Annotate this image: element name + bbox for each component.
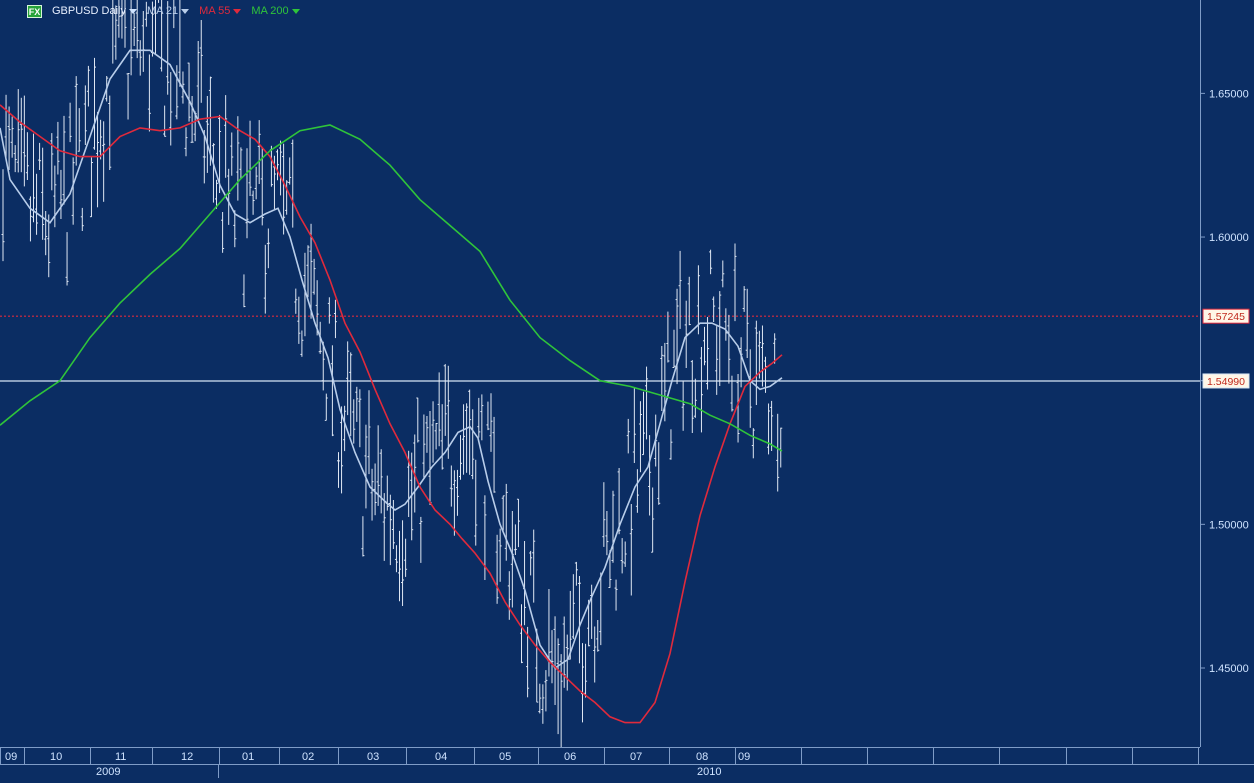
chart-legend: FX GBPUSD Daily MA 21 MA 55 MA 200	[27, 3, 300, 19]
plot-background	[0, 0, 1254, 778]
price-chart[interactable]: 1.450001.500001.550001.600001.650001.572…	[0, 0, 1254, 778]
x-month-label: 03	[367, 751, 379, 763]
price-tag-label-1: 1.57245	[1207, 311, 1245, 323]
legend-label-ma55: MA 55	[199, 5, 231, 17]
chevron-down-icon	[128, 8, 137, 14]
legend-item-ma21[interactable]: MA 21	[146, 5, 190, 17]
x-month-label: 12	[181, 751, 193, 763]
y-tick-label: 1.45000	[1209, 663, 1249, 675]
y-tick-label: 1.60000	[1209, 232, 1249, 244]
chart-root: FX GBPUSD Daily MA 21 MA 55 MA 200 1.450…	[0, 0, 1254, 778]
x-month-label: 11	[115, 751, 126, 763]
x-month-label: 09	[5, 751, 17, 763]
chevron-down-icon	[181, 8, 190, 14]
legend-item-ma200[interactable]: MA 200	[251, 5, 300, 17]
x-month-label: 01	[242, 751, 254, 763]
x-month-label: 02	[302, 751, 314, 763]
price-tag-label-2: 1.54990	[1207, 376, 1245, 388]
instrument-label: GBPUSD Daily	[52, 5, 126, 17]
legend-item-ma55[interactable]: MA 55	[199, 5, 242, 17]
chevron-down-icon	[291, 8, 300, 14]
x-month-label: 08	[696, 751, 708, 763]
fx-badge: FX	[27, 4, 42, 18]
y-tick-label: 1.50000	[1209, 519, 1249, 531]
y-axis: 1.450001.500001.550001.600001.650001.572…	[1200, 0, 1254, 747]
x-month-label: 07	[630, 751, 642, 763]
x-month-label: 10	[50, 751, 62, 763]
legend-label-ma21: MA 21	[146, 5, 179, 17]
x-year-label: 2010	[697, 766, 721, 778]
chevron-down-icon	[233, 8, 242, 14]
x-month-label: 04	[435, 751, 447, 763]
y-tick-label: 1.65000	[1209, 88, 1249, 100]
x-year-label: 2009	[96, 766, 120, 778]
x-month-label: 05	[499, 751, 511, 763]
legend-label-ma200: MA 200	[251, 5, 289, 17]
x-month-label: 09	[738, 751, 750, 763]
x-month-label: 06	[564, 751, 576, 763]
x-axis: 09 10 11 12 01 02 03 04 05 06 07 08 09 2009 2010	[0, 747, 1254, 778]
instrument-selector[interactable]: GBPUSD Daily	[52, 5, 137, 17]
